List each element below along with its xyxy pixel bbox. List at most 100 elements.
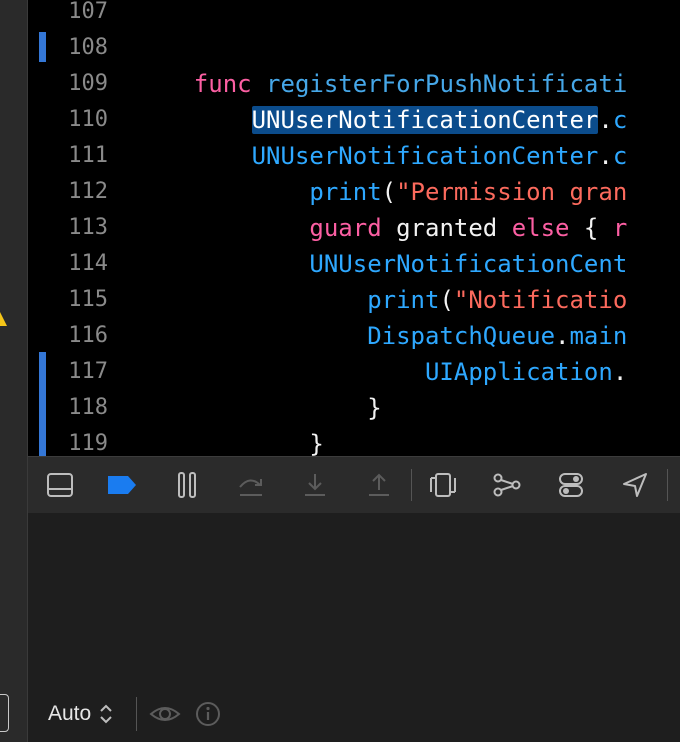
code-line[interactable]: 116 DispatchQueue.main xyxy=(28,318,680,354)
code-token: func xyxy=(193,70,252,98)
print-description-button[interactable] xyxy=(194,699,222,729)
code-line[interactable]: 113 guard granted else { r xyxy=(28,210,680,246)
location-arrow-icon xyxy=(623,473,647,497)
filter-toggle[interactable] xyxy=(0,694,9,732)
step-out-button[interactable] xyxy=(362,469,396,501)
code-line[interactable]: 109 func registerForPushNotificati xyxy=(28,66,680,102)
code-token: . xyxy=(598,106,613,134)
step-into-button[interactable] xyxy=(298,469,332,501)
eye-icon xyxy=(149,707,181,721)
view-hierarchy-button[interactable] xyxy=(426,469,460,501)
toolbar-divider xyxy=(667,469,668,501)
variables-scope-popup[interactable]: Auto xyxy=(48,699,113,729)
code-line[interactable]: 110 UNUserNotificationCenter.c xyxy=(28,102,680,138)
selected-token: UNUserNotificationCenter xyxy=(251,106,599,134)
variables-view[interactable]: Auto xyxy=(28,513,680,742)
code-line[interactable]: 114 UNUserNotificationCent xyxy=(28,246,680,282)
line-number[interactable]: 118 xyxy=(28,390,108,426)
line-number[interactable]: 111 xyxy=(28,138,108,174)
code-token: . xyxy=(598,142,613,170)
memory-graph-button[interactable] xyxy=(490,469,524,501)
code-text[interactable]: func registerForPushNotificati xyxy=(136,66,627,102)
simulate-location-button[interactable] xyxy=(618,469,652,501)
code-token: } xyxy=(367,394,382,422)
code-token: c xyxy=(612,106,628,134)
pause-button[interactable] xyxy=(170,469,204,501)
code-token: "Notificatio xyxy=(453,286,628,314)
code-token: print xyxy=(367,286,440,314)
code-line[interactable]: 117 UIApplication. xyxy=(28,354,680,390)
code-text[interactable]: UIApplication. xyxy=(136,354,627,390)
line-number[interactable]: 116 xyxy=(28,318,108,354)
line-number[interactable]: 117 xyxy=(28,354,108,390)
pause-icon xyxy=(178,472,196,498)
code-text[interactable]: UNUserNotificationCent xyxy=(136,246,627,282)
code-token: ( xyxy=(381,178,397,206)
view-hierarchy-icon xyxy=(430,473,456,497)
line-number[interactable]: 113 xyxy=(28,210,108,246)
chevron-up-down-icon xyxy=(100,704,112,724)
environment-overrides-button[interactable] xyxy=(554,469,588,501)
code-text[interactable]: UNUserNotificationCenter.c xyxy=(136,138,628,174)
code-token: . xyxy=(555,322,570,350)
quick-look-button[interactable] xyxy=(148,699,182,729)
code-token: } xyxy=(309,430,324,456)
code-text[interactable]: UNUserNotificationCenter.c xyxy=(136,102,627,138)
code-line[interactable]: 115 print("Notificatio xyxy=(28,282,680,318)
code-text[interactable]: } xyxy=(136,426,324,456)
variables-scope-label: Auto xyxy=(48,702,92,725)
step-over-icon xyxy=(239,479,262,496)
line-number[interactable]: 112 xyxy=(28,174,108,210)
code-line[interactable]: 119 } xyxy=(28,426,680,456)
code-line[interactable]: 111 UNUserNotificationCenter.c xyxy=(28,138,680,174)
breakpoints-toggle-button[interactable] xyxy=(105,469,139,501)
code-text[interactable]: guard granted else { r xyxy=(136,210,627,246)
code-text[interactable]: DispatchQueue.main xyxy=(136,318,627,354)
line-number[interactable]: 109 xyxy=(28,66,108,102)
line-number[interactable]: 108 xyxy=(28,30,108,66)
line-number[interactable]: 110 xyxy=(28,102,108,138)
code-line[interactable]: 112 print("Permission gran xyxy=(28,174,680,210)
code-line[interactable]: 107 xyxy=(28,0,680,30)
line-number[interactable]: 119 xyxy=(28,426,108,456)
code-token: r xyxy=(612,214,628,242)
line-number[interactable]: 114 xyxy=(28,246,108,282)
hide-debug-area-button[interactable] xyxy=(43,469,77,501)
code-token: c xyxy=(612,142,628,170)
code-text[interactable]: print("Notificatio xyxy=(136,282,627,318)
code-token: else xyxy=(511,214,570,242)
step-out-icon xyxy=(369,473,389,496)
toolbar-divider xyxy=(411,469,412,501)
source-editor[interactable]: 107 108 109 func registerForPushNotificati… xyxy=(28,0,680,456)
breakpoint-icon xyxy=(108,476,136,494)
line-number[interactable]: 107 xyxy=(28,0,108,30)
line-number[interactable]: 115 xyxy=(28,282,108,318)
code-token: print xyxy=(309,178,382,206)
code-token: UIApplication xyxy=(424,358,613,386)
panel-bottom-icon xyxy=(47,473,73,497)
code-token: UNUserNotificationCent xyxy=(309,250,628,278)
warning-icon[interactable] xyxy=(0,310,7,326)
code-line[interactable]: 108 xyxy=(28,30,680,66)
code-token: ( xyxy=(439,286,454,314)
code-line[interactable]: 118 } xyxy=(28,390,680,426)
code-text[interactable]: print("Permission gran xyxy=(136,174,627,210)
code-token: granted xyxy=(381,214,512,242)
code-token: . xyxy=(612,358,628,386)
code-token: DispatchQueue xyxy=(367,322,556,350)
code-token: UNUserNotificationCenter xyxy=(251,142,599,170)
step-over-button[interactable] xyxy=(234,469,268,501)
code-text[interactable]: } xyxy=(136,390,382,426)
